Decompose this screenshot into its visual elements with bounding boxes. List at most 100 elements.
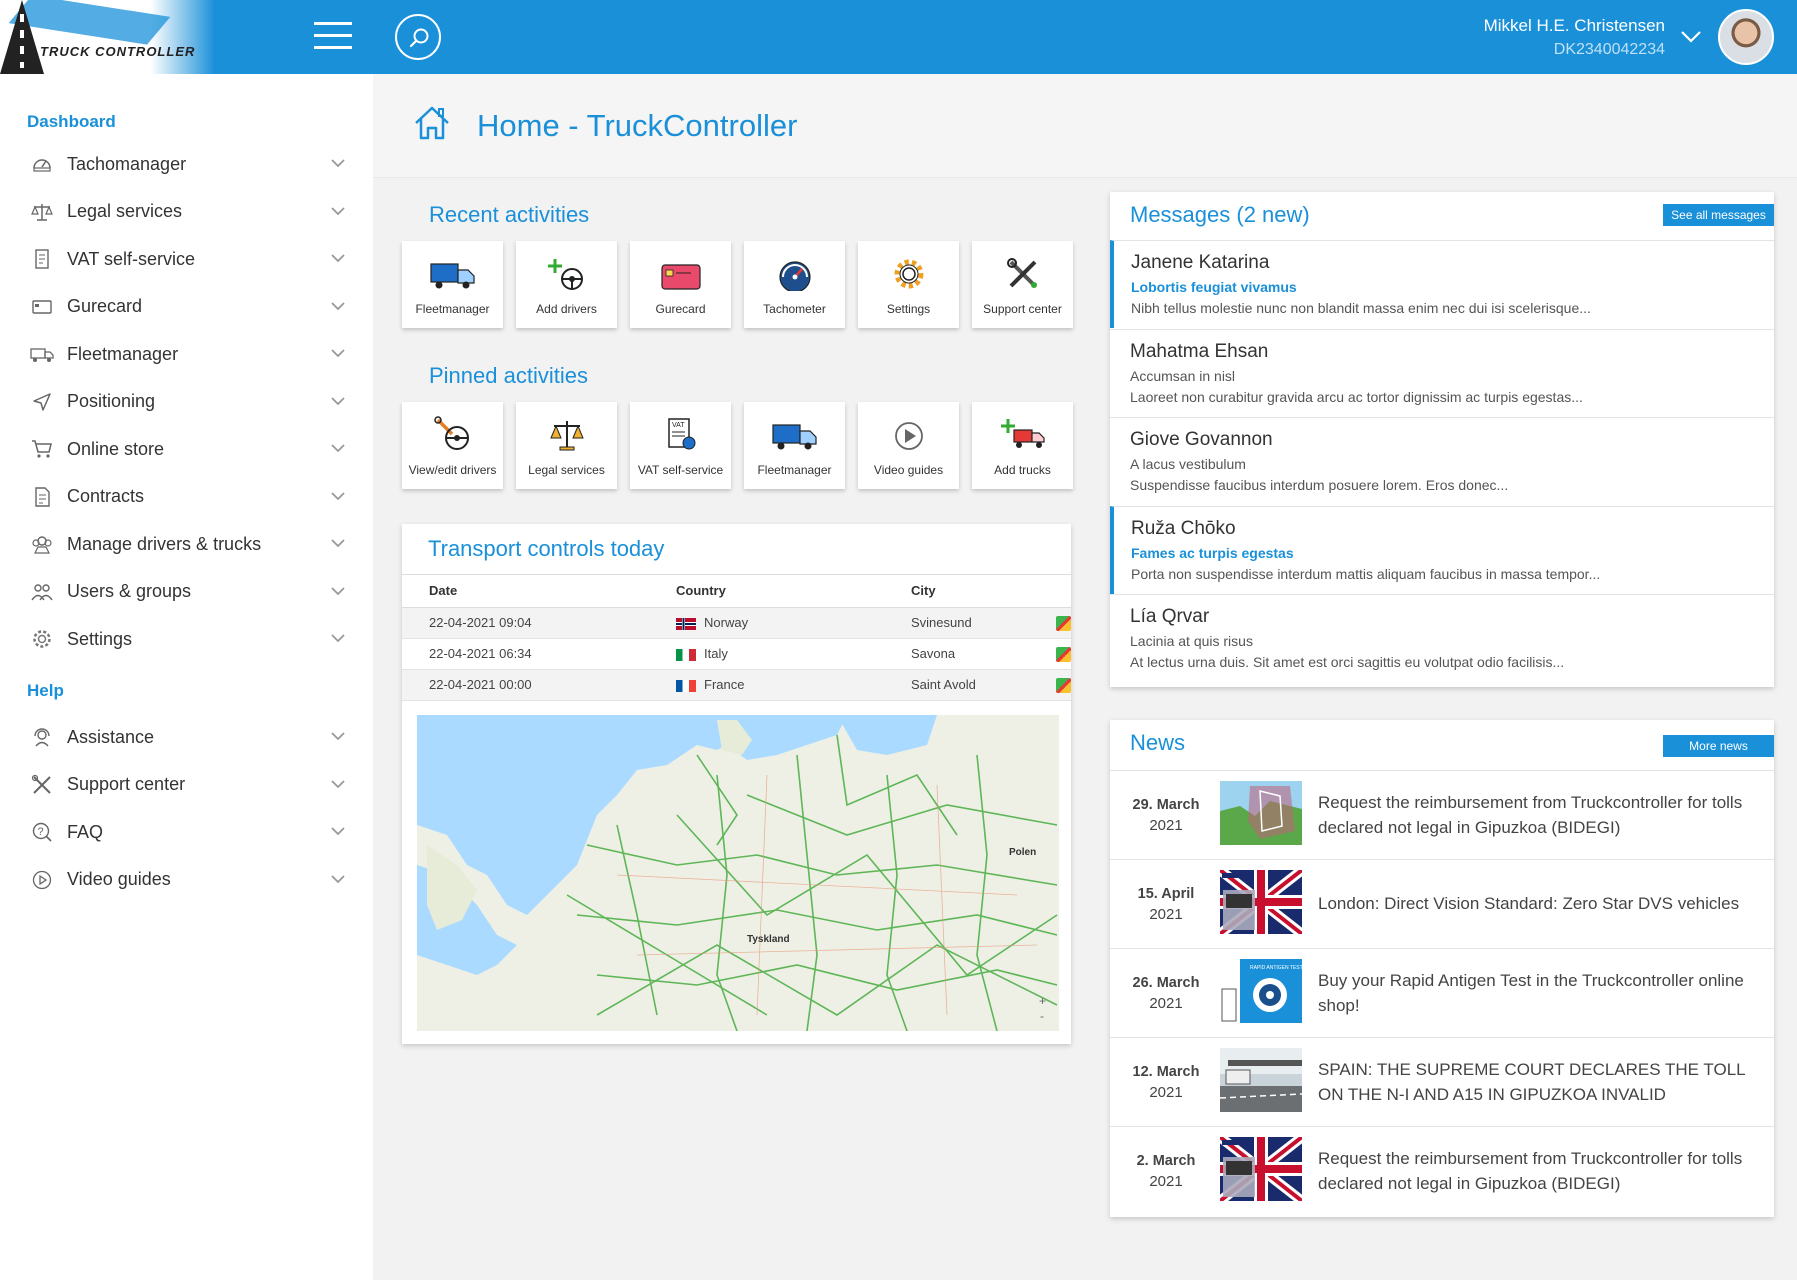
news-headline[interactable]: London: Direct Vision Standard: Zero Sta… [1318, 860, 1758, 949]
pinned-tile-fleetmanager[interactable]: Fleetmanager [744, 402, 845, 489]
recent-tile-add-drivers[interactable]: Add drivers [516, 241, 617, 328]
recent-tile-gurecard[interactable]: Gurecard [630, 241, 731, 328]
sidebar-item-vat-self-service[interactable]: VAT self-service [30, 239, 350, 279]
chevron-down-icon[interactable] [330, 155, 350, 173]
scales-icon [30, 200, 54, 224]
recent-tile-support-center[interactable]: Support center [972, 241, 1073, 328]
chevron-down-icon[interactable] [330, 440, 350, 458]
sidebar-item-tachomanager[interactable]: Tachomanager [30, 144, 350, 184]
hamburger-menu-icon[interactable] [314, 22, 352, 52]
avatar[interactable] [1718, 9, 1774, 65]
pinned-tile-view-edit-drivers[interactable]: View/edit drivers [402, 402, 503, 489]
message-sender: Ruža Chōko [1131, 517, 1236, 539]
news-headline[interactable]: Request the reimbursement from Truckcont… [1318, 771, 1758, 860]
map-pin-icon[interactable] [1056, 646, 1071, 662]
news-item[interactable]: 12. March 2021 SPAIN: THE SUPREME COURT DE… [1110, 1037, 1774, 1126]
chevron-down-icon[interactable] [330, 728, 350, 746]
news-thumbnail[interactable]: RAPID ANTIGEN TEST [1220, 959, 1303, 1023]
recent-tile-settings[interactable]: Settings [858, 241, 959, 328]
news-item[interactable]: 2. March 2021 Request the reimbursement fr… [1110, 1126, 1774, 1215]
sidebar-item-online-store[interactable]: Online store [30, 429, 350, 469]
row-country: France [649, 669, 884, 701]
chevron-down-icon[interactable] [330, 823, 350, 841]
news-item[interactable]: 15. April 2021 London: Direct Vision Stand… [1110, 859, 1774, 948]
news-thumbnail[interactable] [1219, 1048, 1303, 1112]
truck-controller-logo[interactable]: TRUCK CONTROLLER [0, 0, 215, 74]
speedometer-icon [30, 152, 54, 176]
pinned-tile-legal-services[interactable]: Legal services [516, 402, 617, 489]
message-item[interactable]: Lía Qrvar Lacinia at quis risus At lectus … [1110, 594, 1774, 682]
news-date: 15. April 2021 [1137, 886, 1195, 923]
page-title: Home - TruckController [477, 108, 798, 143]
table-row[interactable]: 22-04-2021 09:04 Norway Svinesund [402, 607, 1071, 639]
message-preview: Suspendisse faucibus interdum posuere lo… [1130, 477, 1509, 493]
sidebar-item-positioning[interactable]: Positioning [30, 382, 350, 422]
sidebar-item-gurecard[interactable]: Gurecard [30, 287, 350, 327]
table-row[interactable]: 22-04-2021 06:34 Italy Savona [402, 638, 1071, 670]
chevron-down-icon[interactable] [330, 393, 350, 411]
chevron-down-icon[interactable] [330, 250, 350, 268]
chevron-down-icon[interactable] [330, 583, 350, 601]
map-pin-icon[interactable] [1056, 615, 1071, 631]
play-icon [858, 402, 959, 452]
chevron-down-icon[interactable] [330, 298, 350, 316]
more-news-button[interactable]: More news [1663, 735, 1774, 757]
message-sender: Giove Govannon [1130, 429, 1273, 450]
tile-label: Support center [983, 302, 1062, 316]
sidebar-item-legal-services[interactable]: Legal services [30, 192, 350, 232]
message-item[interactable]: Janene Katarina Lobortis feugiat vivamus N… [1110, 240, 1774, 328]
search-icon[interactable] [395, 14, 441, 60]
sidebar-item-video-guides[interactable]: Video guides [30, 860, 350, 900]
news-date: 29. March 2021 [1132, 797, 1200, 834]
sidebar-item-settings[interactable]: Settings [30, 619, 350, 659]
chevron-down-icon[interactable] [330, 871, 350, 889]
recent-tile-fleetmanager[interactable]: Fleetmanager [402, 241, 503, 328]
add-driver-icon [516, 241, 617, 291]
pinned-tile-video-guides[interactable]: Video guides [858, 402, 959, 489]
news-headline[interactable]: Request the reimbursement from Truckcont… [1318, 1127, 1758, 1216]
page-header: Home - TruckController [373, 74, 1797, 178]
chevron-down-icon[interactable] [330, 535, 350, 553]
chevron-down-icon[interactable] [1680, 30, 1702, 49]
message-item[interactable]: Ruža Chōko Fames ac turpis egestas Porta n… [1110, 505, 1774, 594]
news-thumbnail[interactable] [1216, 1133, 1306, 1205]
news-item[interactable]: 26. March 2021 RAPID ANTIGEN TEST Buy your … [1110, 948, 1774, 1037]
row-date: 22-04-2021 00:00 [402, 669, 649, 701]
news-headline[interactable]: SPAIN: THE SUPREME COURT DECLARES THE TO… [1318, 1038, 1758, 1127]
sidebar-item-label: VAT self-service [67, 248, 196, 269]
pinned-tile-add-trucks[interactable]: Add trucks [972, 402, 1073, 489]
chevron-down-icon[interactable] [330, 630, 350, 648]
map-pin-icon[interactable] [1056, 677, 1071, 693]
section-help[interactable]: Help [27, 681, 64, 701]
message-item[interactable]: Giove Govannon A lacus vestibulum Suspendi… [1110, 417, 1774, 505]
chevron-down-icon[interactable] [330, 345, 350, 363]
zoom-out-icon[interactable]: - [1040, 1009, 1044, 1023]
chevron-down-icon[interactable] [330, 488, 350, 506]
sidebar-item-contracts[interactable]: Contracts [30, 477, 350, 517]
see-all-messages-button[interactable]: See all messages [1663, 204, 1774, 226]
news-headline[interactable]: Buy your Rapid Antigen Test in the Truck… [1318, 949, 1758, 1038]
scales-icon [516, 402, 617, 452]
sidebar-item-fleetmanager[interactable]: Fleetmanager [30, 334, 350, 374]
sidebar-item-users-groups[interactable]: Users & groups [30, 572, 350, 612]
news-thumbnail[interactable] [1220, 781, 1302, 845]
chevron-down-icon[interactable] [330, 203, 350, 221]
truck-icon [402, 241, 503, 291]
chevron-down-icon[interactable] [330, 776, 350, 794]
sidebar-item-manage-drivers-trucks[interactable]: Manage drivers & trucks [30, 524, 350, 564]
vat-document-icon: VAT [630, 402, 731, 452]
sidebar-item-assistance[interactable]: Assistance [30, 717, 350, 757]
norway-flag-icon [676, 617, 696, 630]
sidebar-item-support-center[interactable]: Support center [30, 765, 350, 805]
map-view[interactable]: Tyskland Polen + - [417, 715, 1059, 1031]
message-item[interactable]: Mahatma Ehsan Accumsan in nisl Laoreet non… [1110, 328, 1774, 417]
table-row[interactable]: 22-04-2021 00:00 France Saint Avold [402, 669, 1071, 701]
zoom-in-icon[interactable]: + [1039, 994, 1046, 1008]
news-item[interactable]: 29. March 2021 Request the reimbursement f… [1110, 770, 1774, 859]
section-dashboard[interactable]: Dashboard [27, 112, 116, 132]
sidebar-item-faq[interactable]: ? FAQ [30, 812, 350, 852]
recent-tile-tachometer[interactable]: Tachometer [744, 241, 845, 328]
user-info[interactable]: Mikkel H.E. Christensen DK2340042234 [1484, 16, 1665, 59]
pinned-tile-vat-self-service[interactable]: VAT VAT self-service [630, 402, 731, 489]
news-thumbnail[interactable] [1216, 866, 1306, 938]
